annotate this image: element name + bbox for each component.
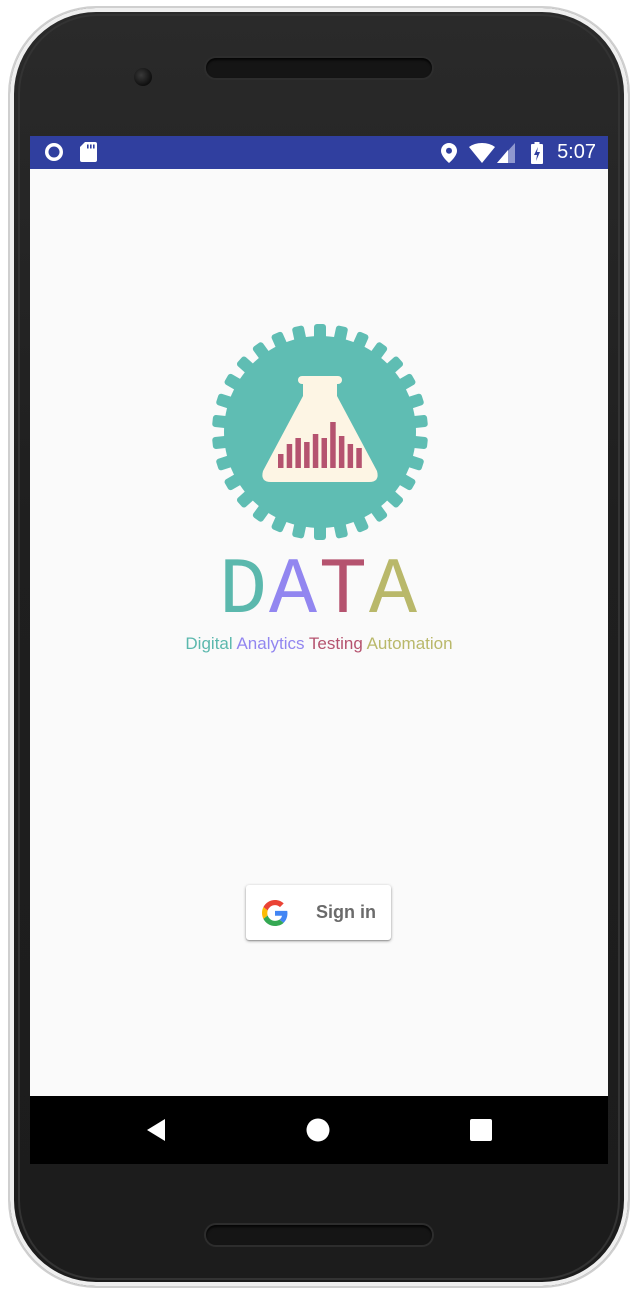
flask-gear-logo: [210, 322, 430, 542]
front-camera: [134, 68, 152, 86]
location-icon: [441, 142, 458, 163]
brand-letter-d: D: [218, 546, 269, 637]
app-content: DATA Digital Analytics Testing Automatio…: [30, 169, 608, 1096]
status-bar: 5:07: [30, 136, 608, 169]
nav-back-button[interactable]: [142, 1116, 170, 1144]
nav-home-button[interactable]: [304, 1116, 332, 1144]
status-time: 5:07: [557, 141, 596, 163]
google-sign-in-button[interactable]: Sign in: [246, 885, 391, 940]
sd-card-icon: [80, 142, 97, 162]
bottom-speaker: [206, 1225, 432, 1245]
circle-notification-icon: [45, 143, 63, 161]
earpiece-speaker: [206, 58, 432, 78]
home-icon: [306, 1118, 330, 1142]
tagline-word-analytics: Analytics: [236, 634, 305, 653]
brand-title: DATA: [30, 552, 608, 632]
sign-in-label: Sign in: [316, 902, 376, 922]
tagline-word-automation: Automation: [366, 634, 453, 653]
logo-graphic: [212, 324, 428, 540]
battery-charging-icon: [531, 141, 544, 164]
back-icon: [147, 1119, 165, 1141]
recents-icon: [470, 1119, 492, 1141]
screen: 5:07 DATA Digital Analytics Testing Auto…: [30, 136, 608, 1164]
tagline-word-digital: Digital: [185, 634, 233, 653]
tagline: Digital Analytics Testing Automation: [30, 633, 608, 655]
wifi-icon: [469, 142, 496, 163]
brand-letter-a2: A: [369, 546, 420, 637]
google-g-icon: [262, 899, 288, 926]
cell-signal-icon: [497, 142, 516, 163]
brand-letter-a: A: [268, 546, 319, 637]
nav-recents-button[interactable]: [467, 1116, 495, 1144]
tagline-word-testing: Testing: [308, 634, 363, 653]
status-right-group: 5:07: [441, 136, 596, 169]
brand-letter-t: T: [319, 546, 370, 637]
navigation-bar: [30, 1096, 608, 1164]
